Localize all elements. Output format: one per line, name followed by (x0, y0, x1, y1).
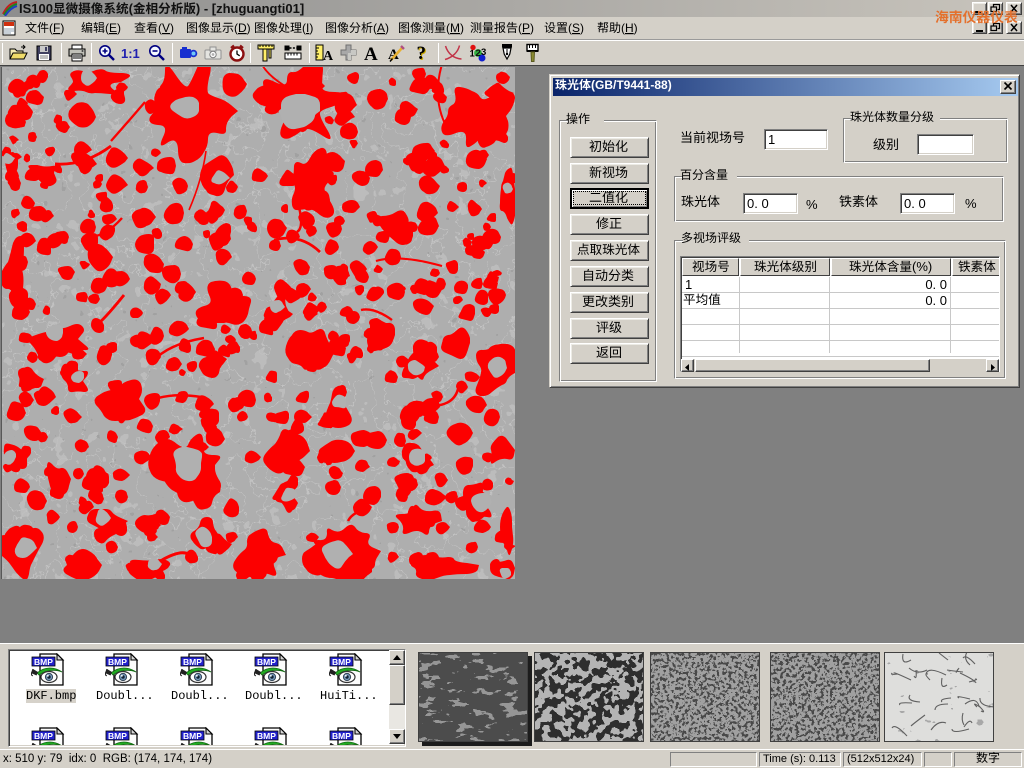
svg-text:BMP: BMP (257, 657, 276, 667)
svg-text:(F): (F) (49, 21, 64, 35)
svg-text:(%): (%) (912, 259, 932, 274)
svg-text:BMP: BMP (108, 731, 127, 741)
svg-text:BMP: BMP (183, 731, 202, 741)
svg-text:?: ? (417, 43, 427, 63)
svg-text:BMP: BMP (332, 731, 351, 741)
svg-text:BMP: BMP (108, 657, 127, 667)
svg-text:(H): (H) (621, 21, 638, 35)
svg-text:(M): (M) (446, 21, 464, 35)
svg-text:(P): (P) (518, 21, 534, 35)
svg-text:(S): (S) (568, 21, 584, 35)
svg-text:BMP: BMP (34, 731, 53, 741)
svg-text:1:1: 1:1 (121, 46, 140, 61)
svg-text:BMP: BMP (34, 657, 53, 667)
svg-text:) - [zhuguangti01]: ) - [zhuguangti01] (196, 1, 304, 16)
svg-text:3: 3 (481, 47, 486, 58)
svg-text:(GB/T9441-88): (GB/T9441-88) (591, 78, 672, 92)
svg-text:BMP: BMP (257, 731, 276, 741)
svg-text:BMP: BMP (332, 657, 351, 667)
svg-text:BMP: BMP (183, 657, 202, 667)
svg-text:(A): (A) (373, 21, 389, 35)
svg-text:(E): (E) (105, 21, 121, 35)
svg-text:(I): (I) (302, 21, 313, 35)
svg-text:A: A (364, 44, 378, 63)
svg-text:2: 2 (476, 48, 481, 59)
svg-text:A: A (323, 49, 334, 63)
svg-text:(D): (D) (234, 21, 251, 35)
svg-text:(: ( (129, 1, 134, 16)
svg-text:IS100: IS100 (19, 1, 53, 16)
svg-text:A: A (388, 47, 399, 63)
svg-text:(V): (V) (158, 21, 174, 35)
